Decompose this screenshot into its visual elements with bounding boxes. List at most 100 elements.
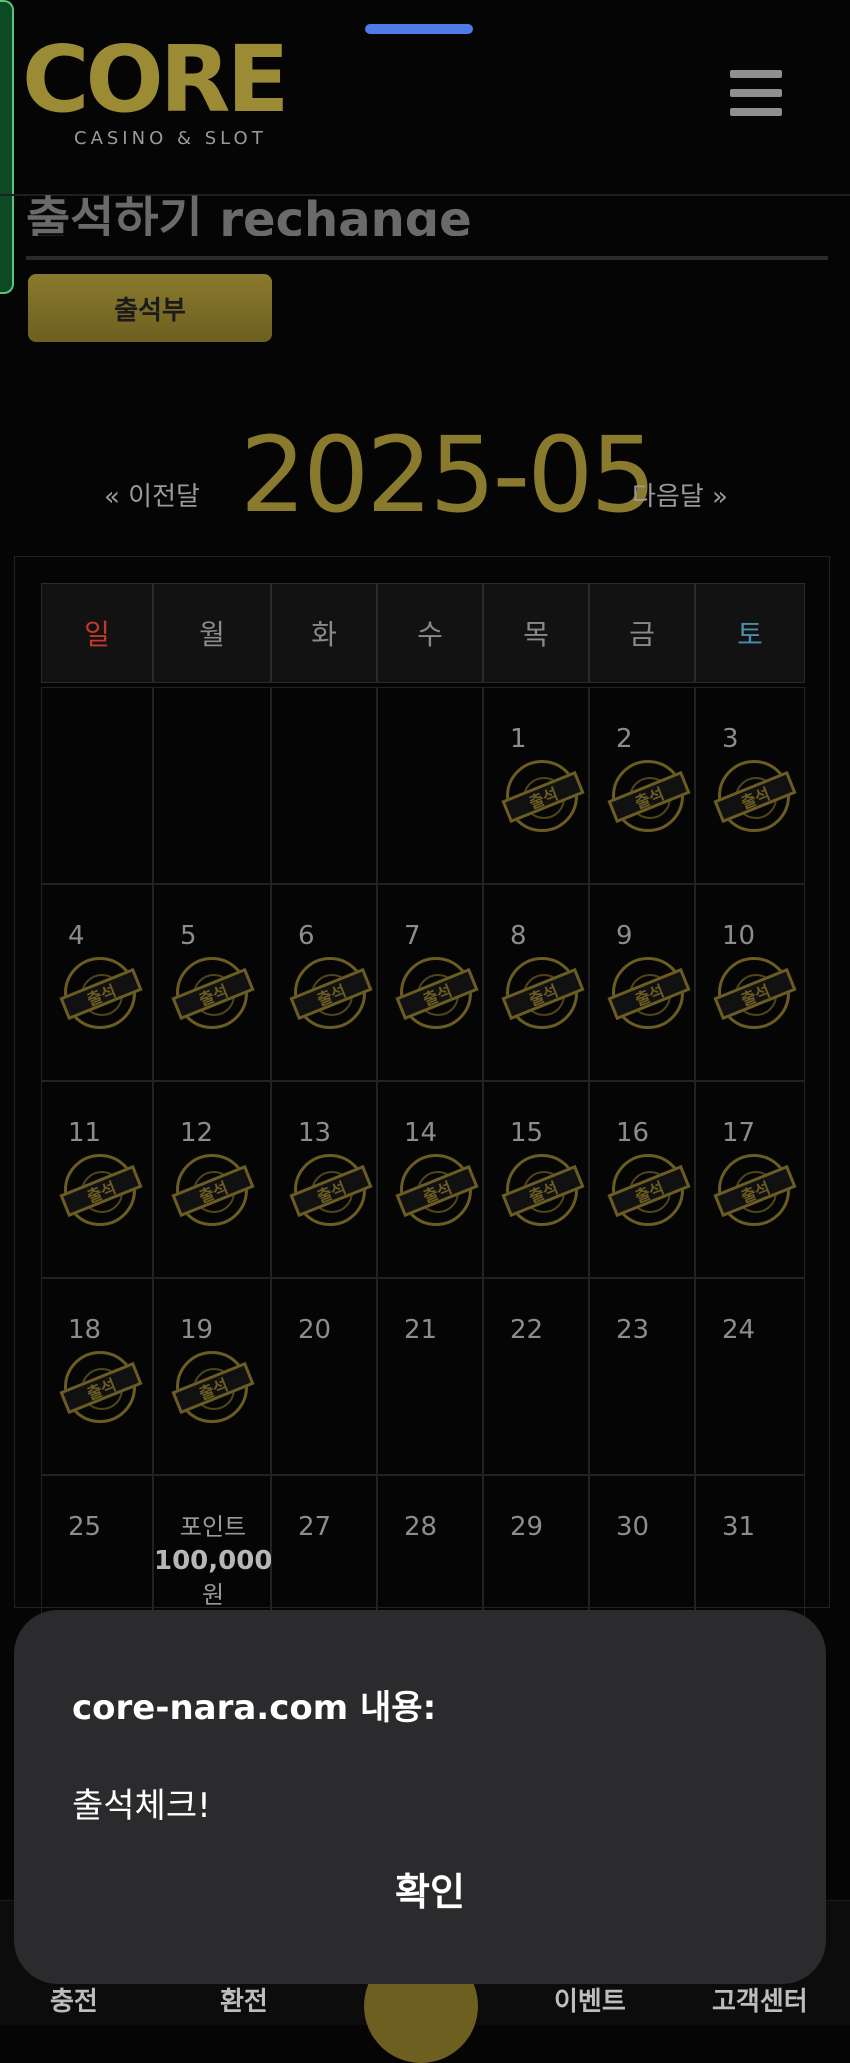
attendance-stamp-icon: 출석 — [501, 957, 585, 1029]
stamp-label: 출석 — [289, 1164, 373, 1218]
day-number: 13 — [298, 1118, 332, 1148]
day-number: 30 — [616, 1512, 650, 1542]
calendar-day-cell[interactable]: 15 출석 — [483, 1081, 589, 1278]
calendar-day-cell[interactable]: 8 출석 — [483, 884, 589, 1081]
weekday-wed: 수 — [377, 583, 483, 683]
calendar-day-cell[interactable]: 22 — [483, 1278, 589, 1475]
nav-exchange[interactable]: 환전 — [220, 1981, 268, 2018]
logo-text: CORE — [22, 26, 289, 133]
day-number: 20 — [298, 1315, 332, 1345]
stamp-label: 출석 — [501, 967, 585, 1021]
day-number: 24 — [722, 1315, 756, 1345]
calendar-day-cell[interactable]: 10 출석 — [695, 884, 805, 1081]
stamp-label: 출석 — [171, 1164, 255, 1218]
calendar-day-cell[interactable]: 18 출석 — [41, 1278, 153, 1475]
day-number: 18 — [68, 1315, 102, 1345]
menu-icon[interactable] — [730, 70, 782, 116]
month-title: 2025-05 — [240, 414, 657, 536]
calendar-grid: 1 출석 2 출석 3 출석 4 출석 5 출석 6 출석 7 출석 8 출석 9 출석 10 출석 11 출석 12 출석 1… — [41, 687, 805, 1672]
attendance-stamp-icon: 출석 — [289, 1154, 373, 1226]
calendar-day-cell[interactable]: 5 출석 — [153, 884, 271, 1081]
calendar-day-cell — [153, 687, 271, 884]
prev-month-link[interactable]: « 이전달 — [104, 476, 200, 513]
attendance-stamp-icon: 출석 — [59, 1154, 143, 1226]
point-label: 포인트 — [179, 1513, 247, 1541]
day-number: 12 — [180, 1118, 214, 1148]
stamp-label: 출석 — [395, 1164, 479, 1218]
calendar-day-cell[interactable]: 4 출석 — [41, 884, 153, 1081]
calendar-day-cell[interactable]: 2 출석 — [589, 687, 695, 884]
calendar-day-cell[interactable]: 6 출석 — [271, 884, 377, 1081]
stamp-label: 출석 — [607, 770, 691, 824]
stamp-label: 출석 — [607, 1164, 691, 1218]
calendar-day-cell[interactable]: 20 — [271, 1278, 377, 1475]
point-unit: 원 — [201, 1581, 225, 1609]
weekday-tue: 화 — [271, 583, 377, 683]
dialog-ok-button[interactable]: 확인 — [370, 1862, 490, 1922]
attendance-stamp-icon: 출석 — [171, 1351, 255, 1423]
day-number: 15 — [510, 1118, 544, 1148]
attendance-stamp-icon: 출석 — [501, 1154, 585, 1226]
calendar-day-cell[interactable]: 16 출석 — [589, 1081, 695, 1278]
stamp-label: 출석 — [59, 1361, 143, 1415]
day-number: 23 — [616, 1315, 650, 1345]
stamp-label: 출석 — [395, 967, 479, 1021]
logo-subtitle: CASINO & SLOT — [74, 128, 267, 149]
attendance-stamp-icon: 출석 — [607, 760, 691, 832]
attendance-stamp-icon: 출석 — [713, 1154, 797, 1226]
weekday-header: 일 월 화 수 목 금 토 — [41, 583, 805, 683]
attendance-stamp-icon: 출석 — [171, 957, 255, 1029]
calendar-day-cell[interactable]: 14 출석 — [377, 1081, 483, 1278]
stamp-label: 출석 — [501, 1164, 585, 1218]
next-month-link[interactable]: 다음달 » — [632, 476, 728, 513]
day-number: 31 — [722, 1512, 756, 1542]
nav-charge[interactable]: 충전 — [50, 1981, 98, 2018]
page-title: 출석하기 rechange — [26, 192, 472, 236]
calendar-day-cell[interactable]: 19 출석 — [153, 1278, 271, 1475]
stamp-label: 출석 — [59, 967, 143, 1021]
point-value: 100,000 — [154, 1546, 273, 1576]
day-number: 16 — [616, 1118, 650, 1148]
day-number: 1 — [510, 724, 527, 754]
nav-event[interactable]: 이벤트 — [554, 1981, 626, 2018]
side-tab[interactable] — [0, 0, 14, 294]
calendar-day-cell[interactable]: 3 출석 — [695, 687, 805, 884]
logo[interactable]: CORE CASINO & SLOT — [22, 34, 322, 154]
attendance-stamp-icon: 출석 — [59, 1351, 143, 1423]
calendar-week-row: 18 출석 19 출석 20 21 22 23 24 — [41, 1278, 805, 1475]
calendar-day-cell[interactable]: 9 출석 — [589, 884, 695, 1081]
day-number: 11 — [68, 1118, 102, 1148]
day-number: 2 — [616, 724, 633, 754]
attendance-stamp-icon: 출석 — [59, 957, 143, 1029]
calendar-day-cell[interactable]: 23 — [589, 1278, 695, 1475]
calendar-day-cell[interactable]: 21 — [377, 1278, 483, 1475]
calendar-day-cell[interactable]: 11 출석 — [41, 1081, 153, 1278]
calendar-day-cell[interactable]: 17 출석 — [695, 1081, 805, 1278]
attendance-stamp-icon: 출석 — [607, 1154, 691, 1226]
calendar: 일 월 화 수 목 금 토 1 출석 2 출석 3 출석 4 출석 5 출석 6 출석 7 출석 8 출석 9 출… — [14, 556, 830, 1672]
calendar-week-row: 11 출석 12 출석 13 출석 14 출석 15 출석 16 출석 17 출석 — [41, 1081, 805, 1278]
calendar-day-cell[interactable]: 24 — [695, 1278, 805, 1475]
nav-support[interactable]: 고객센터 — [712, 1981, 808, 2018]
attendance-stamp-icon: 출석 — [713, 760, 797, 832]
day-number: 29 — [510, 1512, 544, 1542]
weekday-sun: 일 — [41, 583, 153, 683]
calendar-day-cell[interactable]: 7 출석 — [377, 884, 483, 1081]
calendar-week-row: 4 출석 5 출석 6 출석 7 출석 8 출석 9 출석 10 출석 — [41, 884, 805, 1081]
dialog-title: core-nara.com 내용: — [72, 1688, 437, 1728]
calendar-day-cell[interactable]: 13 출석 — [271, 1081, 377, 1278]
stamp-label: 출석 — [171, 1361, 255, 1415]
calendar-day-cell[interactable]: 12 출석 — [153, 1081, 271, 1278]
calendar-day-cell — [377, 687, 483, 884]
attendance-book-button[interactable]: 출석부 — [28, 274, 272, 342]
weekday-mon: 월 — [153, 583, 271, 683]
day-number: 10 — [722, 921, 756, 951]
stamp-label: 출석 — [713, 967, 797, 1021]
weekday-sat: 토 — [695, 583, 805, 683]
calendar-day-cell — [271, 687, 377, 884]
calendar-day-cell[interactable]: 1 출석 — [483, 687, 589, 884]
stamp-label: 출석 — [171, 967, 255, 1021]
month-navigation: « 이전달 2025-05 다음달 » — [0, 400, 850, 536]
attendance-stamp-icon: 출석 — [395, 1154, 479, 1226]
point-reward-note: 포인트 100,000 원 — [154, 1510, 272, 1612]
